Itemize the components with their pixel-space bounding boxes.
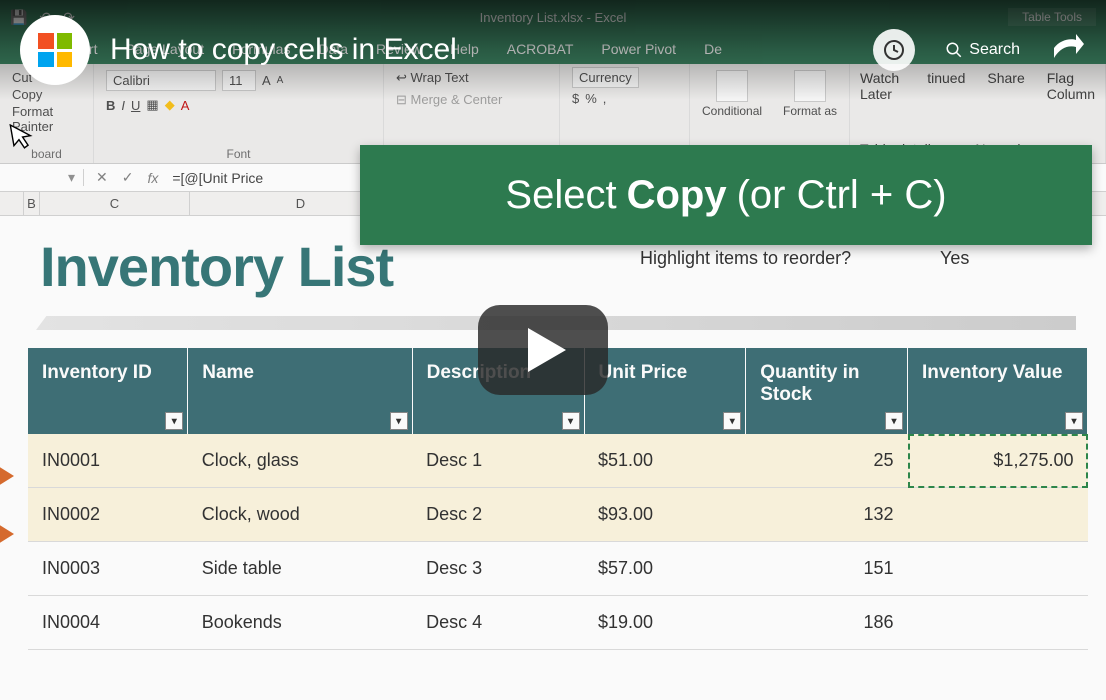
header-value[interactable]: Inventory Value▾ [908, 348, 1088, 434]
cell-desc[interactable]: Desc 1 [412, 434, 584, 488]
cell-name[interactable]: Clock, glass [188, 434, 412, 488]
cell-id[interactable]: IN0004 [28, 596, 188, 650]
search-box[interactable]: Search [945, 41, 1020, 59]
row-marker-icon [0, 524, 14, 544]
cell-val[interactable] [908, 596, 1088, 650]
reorder-value: Yes [940, 248, 969, 269]
enter-formula-icon[interactable]: ✓ [122, 169, 134, 186]
table-row[interactable]: IN0003Side tableDesc 3$57.00151 [28, 542, 1088, 596]
filter-icon[interactable]: ▾ [165, 412, 183, 430]
col-header-b[interactable]: B [24, 192, 40, 215]
cell-price[interactable]: $93.00 [584, 488, 746, 542]
cell-name[interactable]: Bookends [188, 596, 412, 650]
page-title: Inventory List [40, 234, 393, 299]
share-icon[interactable] [1050, 30, 1086, 71]
table-row[interactable]: IN0001Clock, glassDesc 1$51.0025$1,275.0… [28, 434, 1088, 488]
cell-id[interactable]: IN0003 [28, 542, 188, 596]
cell-qty[interactable]: 132 [746, 488, 908, 542]
header-qty[interactable]: Quantity in Stock▾ [746, 348, 908, 434]
play-button[interactable] [478, 305, 608, 395]
cell-name[interactable]: Clock, wood [188, 488, 412, 542]
filter-icon[interactable]: ▾ [885, 412, 903, 430]
name-box[interactable]: ▾ [0, 169, 84, 186]
microsoft-logo-icon[interactable] [20, 15, 90, 85]
cell-qty[interactable]: 151 [746, 542, 908, 596]
cell-val[interactable] [908, 542, 1088, 596]
header-unit-price[interactable]: Unit Price▾ [584, 348, 746, 434]
cancel-formula-icon[interactable]: ✕ [96, 169, 108, 186]
filter-icon[interactable]: ▾ [1065, 412, 1083, 430]
cell-desc[interactable]: Desc 4 [412, 596, 584, 650]
filter-icon[interactable]: ▾ [562, 412, 580, 430]
cell-id[interactable]: IN0002 [28, 488, 188, 542]
cell-qty[interactable]: 186 [746, 596, 908, 650]
cell-val[interactable] [908, 488, 1088, 542]
row-marker-icon [0, 466, 14, 486]
col-header-c[interactable]: C [40, 192, 190, 215]
fx-icon[interactable]: fx [147, 170, 158, 186]
cell-price[interactable]: $19.00 [584, 596, 746, 650]
cell-id[interactable]: IN0001 [28, 434, 188, 488]
formula-text[interactable]: =[@[Unit Price [172, 170, 263, 186]
table-row[interactable]: IN0002Clock, woodDesc 2$93.00132 [28, 488, 1088, 542]
search-icon [945, 41, 963, 59]
filter-icon[interactable]: ▾ [723, 412, 741, 430]
video-title: How to copy cells in Excel [110, 33, 873, 67]
cell-desc[interactable]: Desc 2 [412, 488, 584, 542]
table-row[interactable]: IN0004BookendsDesc 4$19.00186 [28, 596, 1088, 650]
cell-name[interactable]: Side table [188, 542, 412, 596]
reorder-label: Highlight items to reorder? [640, 248, 851, 269]
cell-price[interactable]: $51.00 [584, 434, 746, 488]
cell-val[interactable]: $1,275.00 [908, 434, 1088, 488]
cell-desc[interactable]: Desc 3 [412, 542, 584, 596]
watch-later-icon[interactable] [873, 29, 915, 71]
header-name[interactable]: Name▾ [188, 348, 412, 434]
worksheet[interactable]: Inventory List Highlight items to reorde… [0, 216, 1106, 650]
header-inventory-id[interactable]: Inventory ID▾ [28, 348, 188, 434]
play-icon [528, 328, 566, 372]
font-label: Font [106, 147, 371, 161]
cell-qty[interactable]: 25 [746, 434, 908, 488]
cell-price[interactable]: $57.00 [584, 542, 746, 596]
video-header: How to copy cells in Excel Search [0, 0, 1106, 100]
instruction-banner: Select Copy (or Ctrl + C) [360, 145, 1092, 245]
filter-icon[interactable]: ▾ [390, 412, 408, 430]
